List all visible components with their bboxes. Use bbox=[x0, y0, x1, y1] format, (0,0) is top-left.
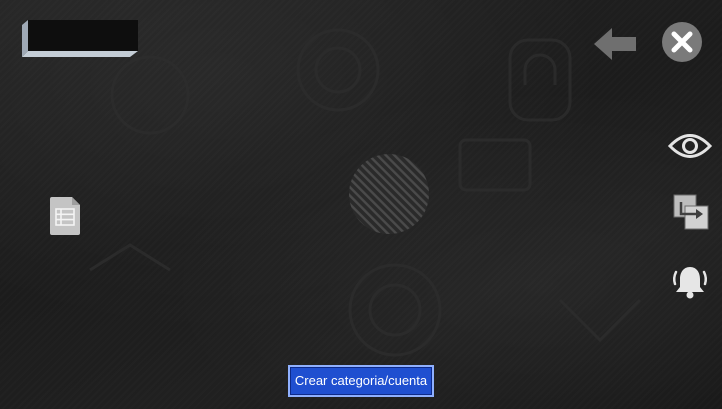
document-list-icon[interactable] bbox=[48, 196, 82, 236]
transfer-icon[interactable] bbox=[672, 193, 710, 231]
bell-icon[interactable] bbox=[671, 263, 709, 301]
app-screen: Crear categoria/cuenta bbox=[0, 0, 722, 409]
eye-icon[interactable] bbox=[668, 131, 712, 161]
create-category-account-button[interactable]: Crear categoria/cuenta bbox=[288, 365, 434, 397]
close-icon[interactable] bbox=[661, 21, 703, 63]
striped-circle-icon bbox=[349, 154, 429, 234]
arrow-left-icon[interactable] bbox=[592, 26, 638, 62]
logo-placeholder bbox=[22, 20, 138, 57]
